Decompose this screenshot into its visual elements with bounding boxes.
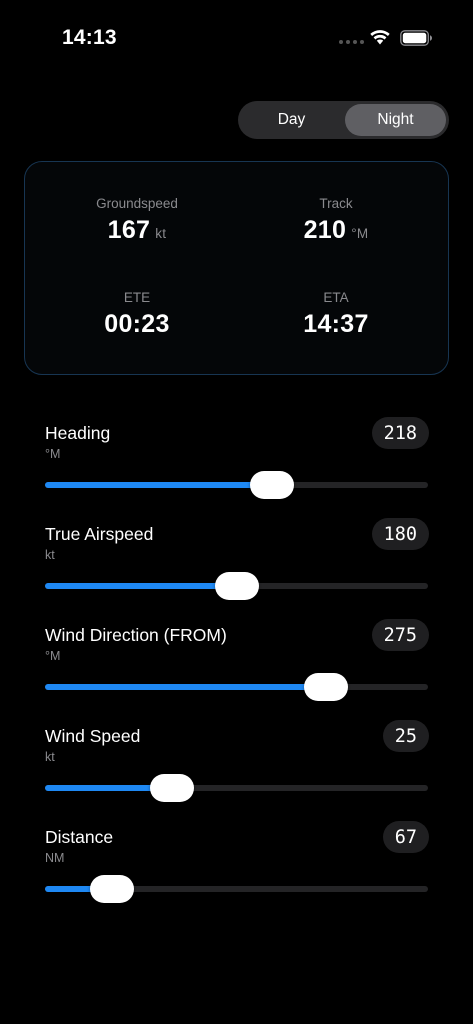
slider-unit: kt xyxy=(45,750,55,764)
true-airspeed-slider[interactable] xyxy=(45,572,428,600)
wind-direction-slider[interactable] xyxy=(45,673,428,701)
slider-unit: NM xyxy=(45,851,65,865)
groundspeed-metric: Groundspeed 167 kt xyxy=(37,196,237,245)
wifi-icon xyxy=(370,30,390,45)
eta-label: ETA xyxy=(323,290,349,305)
heading-slider[interactable] xyxy=(45,471,428,499)
track-label: Track xyxy=(319,196,353,211)
slider-title: Distance xyxy=(45,827,114,847)
slider-thumb[interactable] xyxy=(250,471,294,499)
eta-value: 14:37 xyxy=(303,310,369,338)
distance-slider[interactable] xyxy=(45,875,428,903)
day-segment[interactable]: Day xyxy=(241,104,342,136)
slider-title: Wind Speed xyxy=(45,726,141,746)
cellular-signal-icon xyxy=(339,40,364,44)
slider-value-badge: 218 xyxy=(371,417,429,449)
slider-fill xyxy=(45,684,326,690)
slider-value-badge: 275 xyxy=(371,619,429,651)
slider-value-badge: 67 xyxy=(382,821,429,853)
track-value: 210 xyxy=(303,216,347,244)
battery-icon xyxy=(400,30,432,46)
wind-direction-slider-row: Wind Direction (FROM) °M 275 xyxy=(45,619,429,715)
slider-title: Heading xyxy=(45,423,111,443)
slider-value-badge: 25 xyxy=(382,720,429,752)
status-bar: 14:13 xyxy=(0,0,473,60)
wind-speed-slider[interactable] xyxy=(45,774,428,802)
slider-title: True Airspeed xyxy=(45,524,154,544)
slider-fill xyxy=(45,583,237,589)
ete-value: 00:23 xyxy=(104,310,170,338)
groundspeed-value: 167 xyxy=(107,216,151,244)
slider-fill xyxy=(45,482,272,488)
status-time: 14:13 xyxy=(62,26,117,49)
distance-slider-row: Distance NM 67 xyxy=(45,821,429,917)
slider-thumb[interactable] xyxy=(90,875,134,903)
flight-summary-card: Groundspeed 167 kt Track 210 °M ETE 00:23 … xyxy=(24,161,449,375)
groundspeed-label: Groundspeed xyxy=(96,196,178,211)
slider-thumb[interactable] xyxy=(304,673,348,701)
heading-slider-row: Heading °M 218 xyxy=(45,417,429,513)
true-airspeed-slider-row: True Airspeed kt 180 xyxy=(45,518,429,614)
day-night-toggle[interactable]: Day Night xyxy=(238,101,449,139)
night-segment[interactable]: Night xyxy=(345,104,446,136)
ete-label: ETE xyxy=(123,290,151,305)
track-unit: °M xyxy=(351,226,369,241)
slider-title: Wind Direction (FROM) xyxy=(45,625,227,645)
slider-thumb[interactable] xyxy=(150,774,194,802)
slider-unit: kt xyxy=(45,548,55,562)
wind-speed-slider-row: Wind Speed kt 25 xyxy=(45,720,429,816)
track-metric: Track 210 °M xyxy=(236,196,436,245)
ete-metric: ETE 00:23 xyxy=(37,290,237,339)
slider-value-badge: 180 xyxy=(371,518,429,550)
slider-unit: °M xyxy=(45,649,61,663)
groundspeed-unit: kt xyxy=(155,226,167,241)
eta-metric: ETA 14:37 xyxy=(236,290,436,339)
slider-thumb[interactable] xyxy=(215,572,259,600)
slider-unit: °M xyxy=(45,447,61,461)
